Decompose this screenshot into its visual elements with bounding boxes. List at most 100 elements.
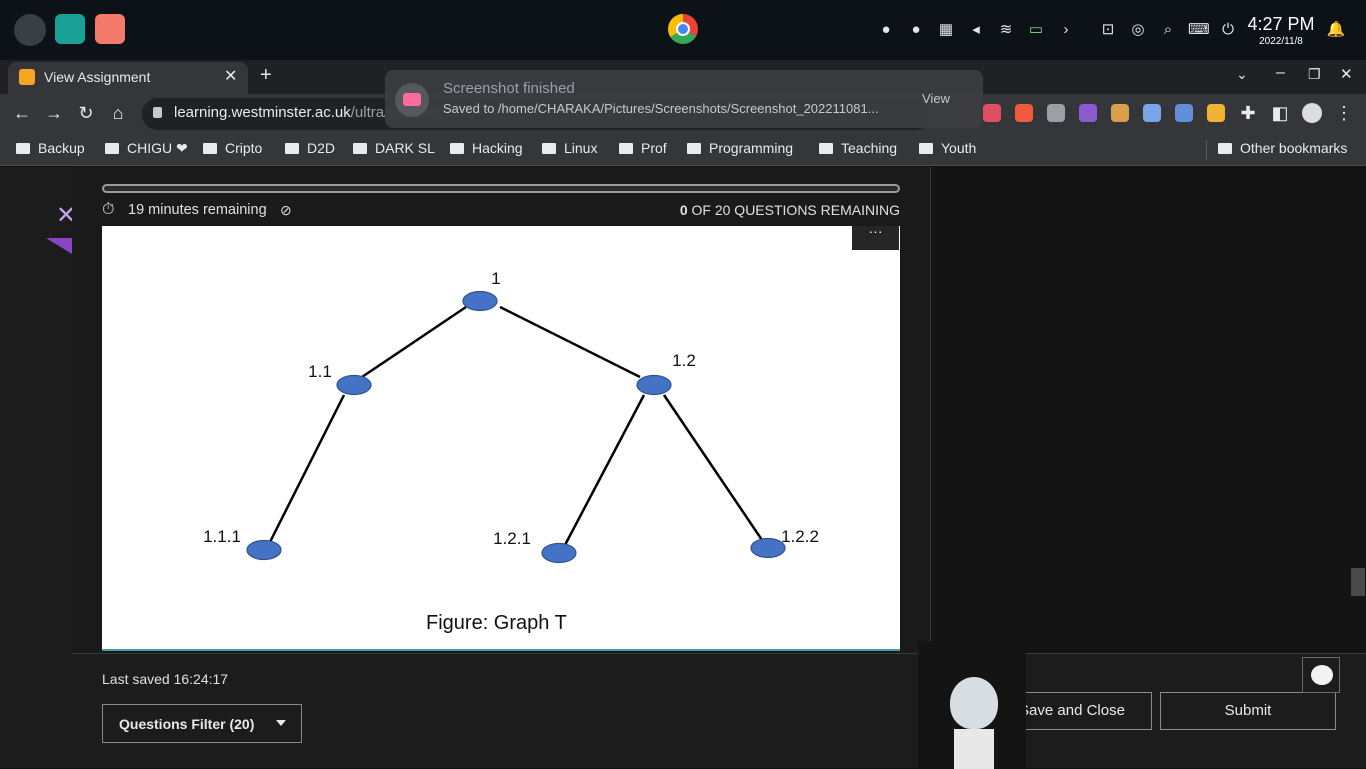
profile-avatar[interactable]	[1302, 103, 1322, 123]
graph-node-label-1.2.1: 1.2.1	[493, 529, 531, 548]
screenshot-toast	[385, 70, 983, 128]
bookmark-folder[interactable]: Hacking	[450, 140, 523, 156]
back-icon[interactable]: ←	[10, 101, 34, 125]
url-host: learning.westminster.ac.uk	[174, 104, 351, 121]
terminal-background	[0, 50, 1366, 60]
folder-icon	[450, 143, 464, 154]
toast-title: Screenshot finished	[443, 80, 575, 97]
graph-t-diagram: 1 1.1 1.2 1.1.1 1.2.1 1.2.2	[203, 269, 819, 564]
save-and-close-label: Save and Close	[1019, 702, 1125, 719]
volume-muted-icon[interactable]: ◂	[966, 20, 986, 40]
toast-view-button[interactable]: View	[922, 91, 950, 106]
bookmark-folder[interactable]: D2D	[285, 140, 335, 156]
bookmark-folder[interactable]: DARK SL	[353, 140, 435, 156]
bookmark-folder[interactable]: Prof	[619, 140, 667, 156]
menu-kebab-icon[interactable]: ⋮	[1332, 101, 1356, 125]
graph-node-1.1.1	[246, 539, 282, 561]
left-panel	[0, 167, 72, 768]
performance-icon[interactable]: ◎	[1128, 20, 1148, 40]
bookmark-folder[interactable]: Youth	[919, 140, 976, 156]
extension-icon[interactable]	[1047, 104, 1065, 122]
reload-icon[interactable]: ↻	[74, 101, 98, 125]
bookmark-folder[interactable]: Programming	[687, 140, 793, 156]
extension-icon[interactable]	[1207, 104, 1225, 122]
side-panel-icon[interactable]: ◧	[1268, 101, 1292, 125]
graph-edge-1.2-1.2.2	[662, 394, 764, 541]
screen-capture-icon[interactable]: ⊡	[1098, 20, 1118, 40]
bookmark-folder[interactable]: Teaching	[819, 140, 897, 156]
graph-edge-1-1.1	[361, 305, 467, 379]
graph-node-label-1.2: 1.2	[672, 351, 696, 370]
time-remaining: 19 minutes remaining	[128, 202, 267, 218]
questions-filter-dropdown[interactable]: Questions Filter (20)	[102, 704, 302, 743]
bookmarks-divider	[1206, 140, 1207, 160]
search-icon[interactable]: ⌕	[1158, 20, 1178, 40]
files-app-icon[interactable]	[95, 14, 125, 44]
bookmark-folder[interactable]: CHIGU ❤	[105, 140, 188, 157]
new-tab-icon[interactable]: +	[260, 64, 272, 87]
extension-icon[interactable]	[1079, 104, 1097, 122]
chevron-right-icon[interactable]: ›	[1056, 20, 1076, 40]
mascot-head	[950, 677, 998, 729]
flag-icon	[46, 238, 72, 254]
minimize-icon[interactable]: –	[1276, 64, 1285, 82]
graph-node-label-1.1: 1.1	[308, 362, 332, 381]
folder-icon	[1218, 143, 1232, 154]
more-options-button[interactable]: ···	[852, 224, 899, 250]
bookmark-folder[interactable]: Backup	[16, 140, 85, 156]
bookmark-folder[interactable]: Linux	[542, 140, 597, 156]
close-window-icon[interactable]: ✕	[1340, 65, 1353, 83]
submit-button[interactable]: Submit	[1160, 692, 1336, 730]
chat-icon[interactable]	[1302, 657, 1340, 693]
mascot-body	[954, 729, 994, 769]
launcher-icon[interactable]	[14, 14, 46, 46]
forward-icon[interactable]: →	[42, 101, 66, 125]
bookmark-folder[interactable]: Cripto	[203, 140, 262, 156]
power-icon[interactable]: ⏻	[1218, 20, 1238, 40]
keyboard-layout-icon[interactable]: ⌨	[1188, 20, 1210, 40]
tab-search-icon[interactable]: ⌄	[1236, 66, 1248, 83]
tab-title[interactable]: View Assignment	[44, 69, 150, 85]
graph-edge-1.1-1.1.1	[268, 394, 346, 543]
extension-icon[interactable]	[1175, 104, 1193, 122]
graph-node-1.1	[336, 374, 372, 396]
graph-node-label-1: 1	[491, 269, 500, 288]
other-bookmarks-folder[interactable]: Other bookmarks	[1218, 140, 1347, 156]
terminal-background	[0, 2, 1366, 12]
terminal-app-icon[interactable]	[55, 14, 85, 44]
graph-node-1.2.2	[750, 537, 786, 559]
extension-icon[interactable]	[983, 104, 1001, 122]
save-and-close-button[interactable]: Save and Close	[1016, 692, 1152, 730]
content-divider	[930, 167, 931, 641]
home-icon[interactable]: ⌂	[106, 101, 130, 125]
question-figure: 1 1.1 1.2 1.1.1 1.2.1 1.2.2	[102, 226, 900, 651]
page-scrollbar[interactable]	[1351, 568, 1365, 596]
questions-remaining-text: OF 20 QUESTIONS REMAINING	[691, 202, 900, 218]
wifi-icon[interactable]: ≋	[996, 20, 1016, 40]
clock-time[interactable]: 4:27 PM	[1246, 14, 1316, 35]
keyboard-icon[interactable]: ▦	[936, 20, 956, 40]
maximize-icon[interactable]: ❐	[1308, 66, 1321, 83]
close-tab-icon[interactable]: ✕	[224, 66, 237, 86]
extension-icon[interactable]	[1143, 104, 1161, 122]
chrome-tray-icon[interactable]: ●	[906, 20, 926, 40]
folder-icon	[919, 143, 933, 154]
clock-date[interactable]: 2022/11/8	[1246, 36, 1316, 47]
extension-icon[interactable]	[1015, 104, 1033, 122]
folder-icon	[105, 143, 119, 154]
last-saved-status: Last saved 16:24:17	[102, 671, 229, 687]
notification-app-icon[interactable]: ●	[876, 20, 896, 40]
lock-icon[interactable]	[153, 107, 162, 118]
folder-icon	[353, 143, 367, 154]
extensions-puzzle-icon[interactable]: ✚	[1236, 101, 1260, 125]
folder-icon	[819, 143, 833, 154]
camera-icon	[395, 83, 429, 117]
hide-timer-icon[interactable]: ⊘	[280, 201, 298, 219]
folder-icon	[16, 143, 30, 154]
graph-node-label-1.2.2: 1.2.2	[781, 527, 819, 546]
extension-icon[interactable]	[1111, 104, 1129, 122]
battery-icon[interactable]: ▭	[1026, 20, 1046, 40]
chrome-app-icon[interactable]	[668, 14, 698, 44]
bell-icon[interactable]: 🔔	[1326, 20, 1346, 40]
questions-remaining: 0 OF 20 QUESTIONS REMAINING	[650, 202, 900, 218]
